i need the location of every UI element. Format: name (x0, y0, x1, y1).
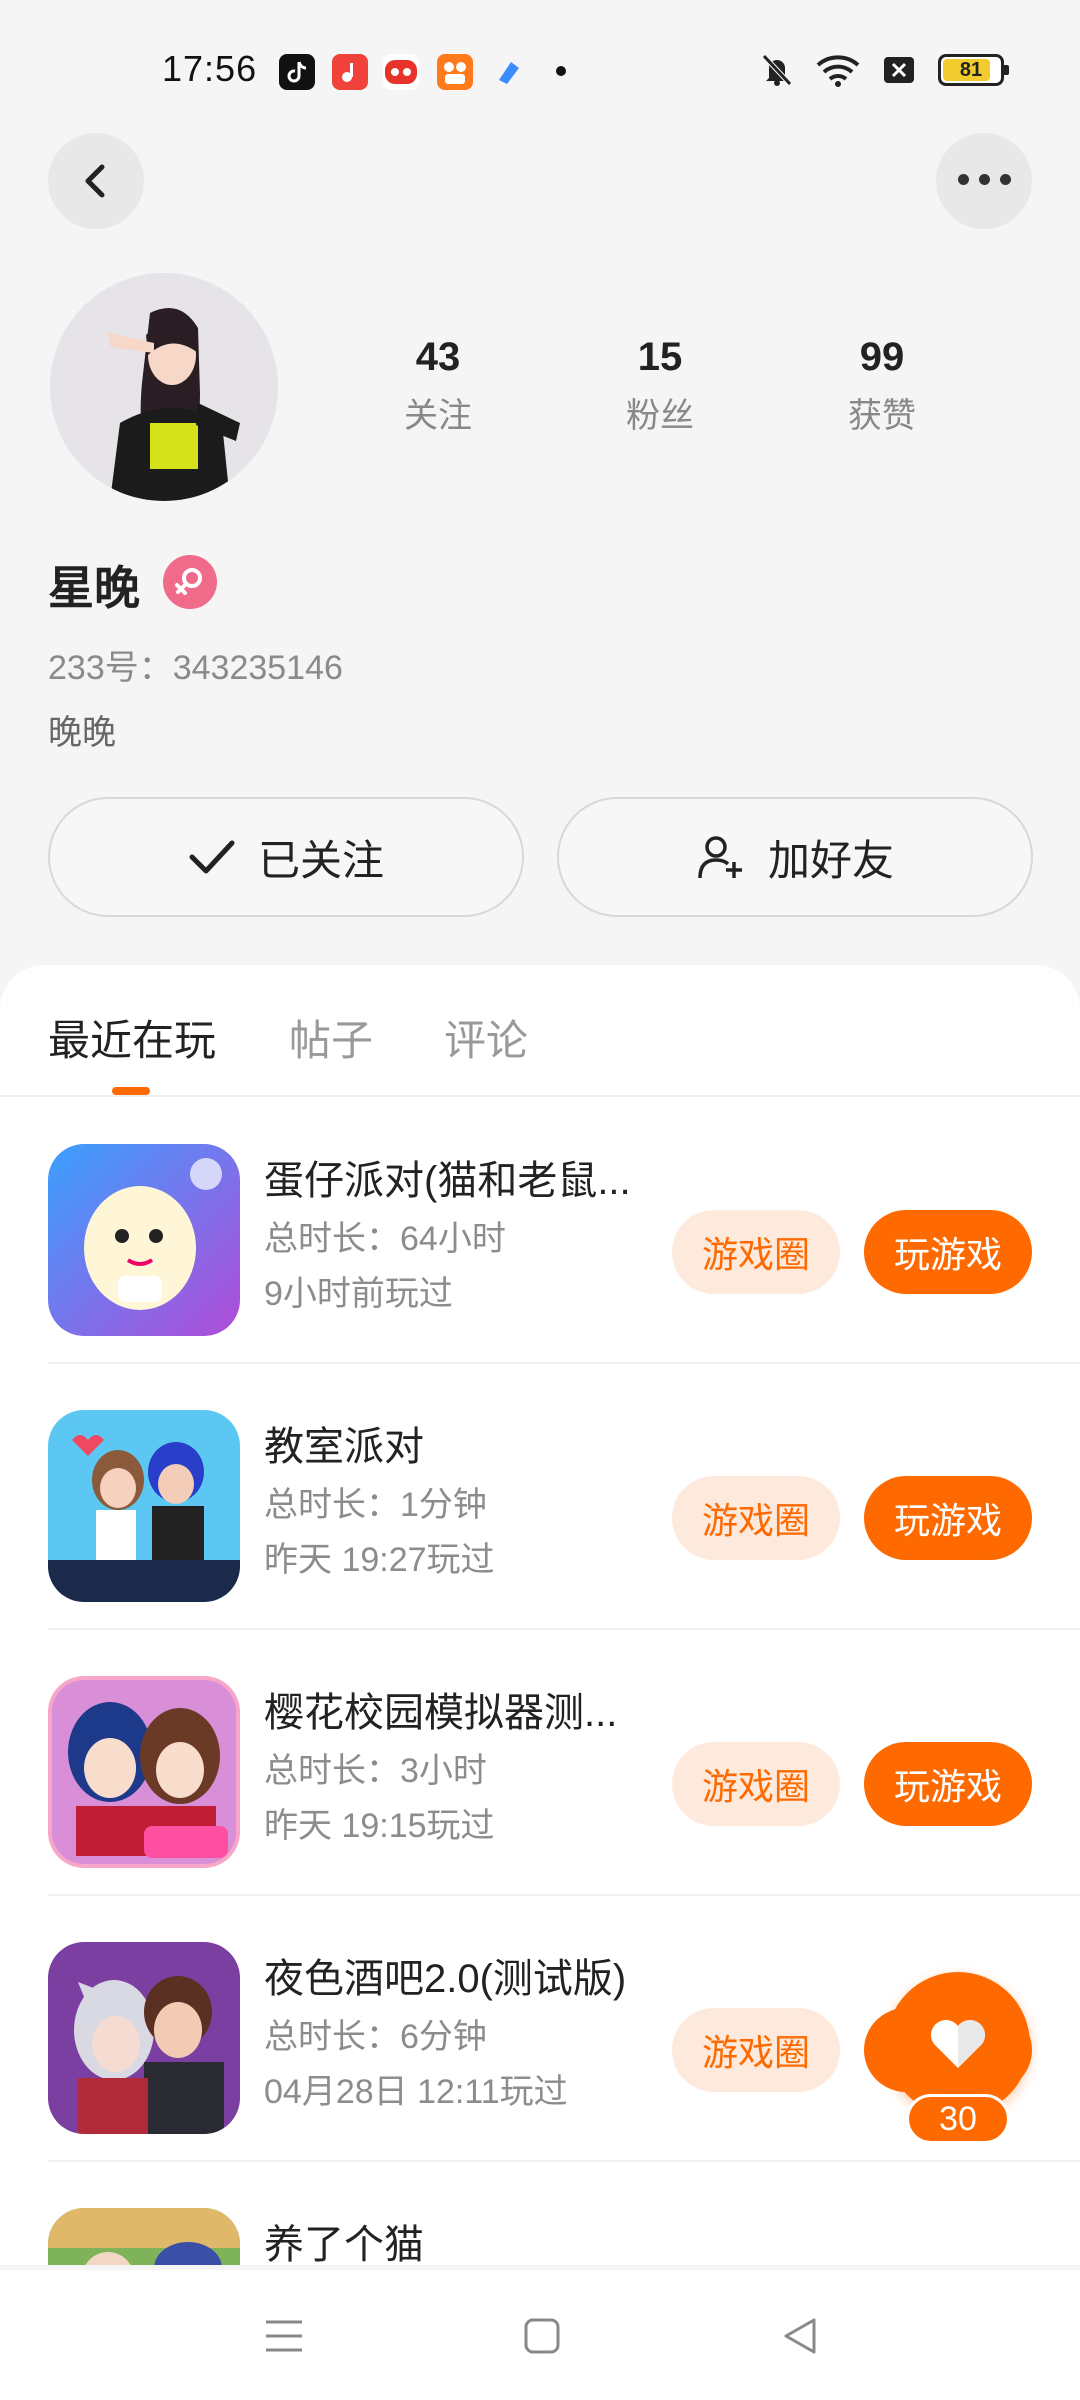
game-item[interactable]: 樱花校园模拟器测... 总时长：3小时 昨天 19:15玩过 游戏圈 玩游戏 (0, 1630, 1080, 1896)
menu-icon[interactable] (254, 2306, 314, 2366)
game-duration: 总时长：6分钟 (264, 2018, 487, 2056)
game-title: 教室派对 (264, 1425, 424, 1469)
user-id: 233号：343235146 (48, 649, 343, 687)
avatar[interactable] (50, 273, 278, 501)
tiktok-icon (279, 54, 315, 90)
profile-tabs: 最近在玩 帖子 评论 (0, 965, 1080, 1097)
following-count: 43 (415, 335, 461, 379)
game-circle-button[interactable]: 游戏圈 (672, 1210, 840, 1294)
following-stat[interactable]: 43 关注 (358, 335, 518, 437)
game-item[interactable]: 养了个猫 (0, 2162, 1080, 2265)
home-icon[interactable] (512, 2306, 572, 2366)
game-duration: 总时长：64小时 (264, 1220, 506, 1258)
game-icon-raise-a-cat[interactable] (48, 2208, 240, 2265)
wifi-icon (816, 55, 860, 87)
system-nav-bar (0, 2270, 1080, 2400)
add-user-icon (698, 836, 742, 879)
fans-label: 粉丝 (626, 397, 694, 435)
game-last-played: 9小时前玩过 (264, 1275, 453, 1313)
game-last-played: 04月28日 12:11玩过 (264, 2073, 568, 2111)
kuaishou-icon (437, 54, 473, 90)
play-game-button[interactable]: 玩游戏 (864, 1476, 1032, 1560)
like-count-badge: 30 (906, 2094, 1010, 2144)
red-app-icon (383, 54, 419, 90)
add-friend-button[interactable]: 加好友 (557, 797, 1033, 917)
following-label: 关注 (404, 397, 472, 435)
status-bar: 17:56 81 (0, 0, 1080, 140)
checkmark-icon (189, 840, 235, 874)
avatar-image (50, 273, 278, 501)
mute-icon (762, 54, 792, 86)
more-options-button[interactable] (936, 133, 1032, 229)
likes-count: 99 (859, 335, 905, 379)
female-gender-icon (163, 555, 217, 609)
music-icon (332, 54, 368, 90)
status-time: 17:56 (162, 48, 258, 89)
game-icon-sakura-school[interactable] (48, 1676, 240, 1868)
tab-indicator (112, 1087, 150, 1095)
fans-stat[interactable]: 15 粉丝 (580, 335, 740, 437)
tab-comments[interactable]: 评论 (444, 1007, 528, 1068)
game-title: 夜色酒吧2.0(测试版) (264, 1957, 627, 2001)
back-nav-icon[interactable] (770, 2306, 830, 2366)
game-duration: 总时长：1分钟 (264, 1486, 487, 1524)
fans-count: 15 (637, 335, 683, 379)
game-icon-eggy-party[interactable] (48, 1144, 240, 1336)
user-bio: 晚晚 (48, 714, 116, 752)
battery-icon: 81 (938, 54, 1009, 86)
likes-label: 获赞 (848, 397, 916, 435)
game-last-played: 昨天 19:15玩过 (264, 1807, 495, 1845)
profile-screen: 17:56 81 43 关注 15 粉丝 99 获赞 星晚 233号：34323… (0, 0, 1080, 2400)
status-icons: 81 (760, 50, 1009, 90)
no-sim-icon (884, 57, 914, 83)
game-item[interactable]: 蛋仔派对(猫和老鼠... 总时长：64小时 9小时前玩过 游戏圈 玩游戏 (0, 1098, 1080, 1364)
more-dots-icon (953, 172, 1016, 190)
user-name: 星晚 (48, 562, 140, 614)
game-icon-night-bar[interactable] (48, 1942, 240, 2134)
likes-stat[interactable]: 99 获赞 (802, 335, 962, 437)
back-button[interactable] (48, 133, 144, 229)
notification-dot (556, 66, 566, 76)
game-circle-button[interactable]: 游戏圈 (672, 1742, 840, 1826)
chevron-left-icon (85, 164, 105, 198)
play-game-button[interactable]: 玩游戏 (864, 1210, 1032, 1294)
blue-app-icon (491, 54, 527, 90)
play-game-button[interactable]: 玩游戏 (864, 1742, 1032, 1826)
tab-recently-played[interactable]: 最近在玩 (48, 1007, 216, 1068)
game-title: 养了个猫 (264, 2223, 424, 2265)
heart-icon (931, 2020, 985, 2068)
game-circle-button[interactable]: 游戏圈 (672, 2008, 840, 2092)
tab-posts[interactable]: 帖子 (289, 1007, 373, 1068)
game-title: 樱花校园模拟器测... (264, 1691, 618, 1735)
game-last-played: 昨天 19:27玩过 (264, 1541, 495, 1579)
game-duration: 总时长：3小时 (264, 1752, 487, 1790)
game-title: 蛋仔派对(猫和老鼠... (264, 1159, 631, 1203)
game-icon-classroom-party[interactable] (48, 1410, 240, 1602)
following-button[interactable]: 已关注 (48, 797, 524, 917)
game-circle-button[interactable]: 游戏圈 (672, 1476, 840, 1560)
add-friend-button-label: 加好友 (767, 836, 894, 884)
following-button-label: 已关注 (257, 836, 384, 884)
game-item[interactable]: 教室派对 总时长：1分钟 昨天 19:27玩过 游戏圈 玩游戏 (0, 1364, 1080, 1630)
